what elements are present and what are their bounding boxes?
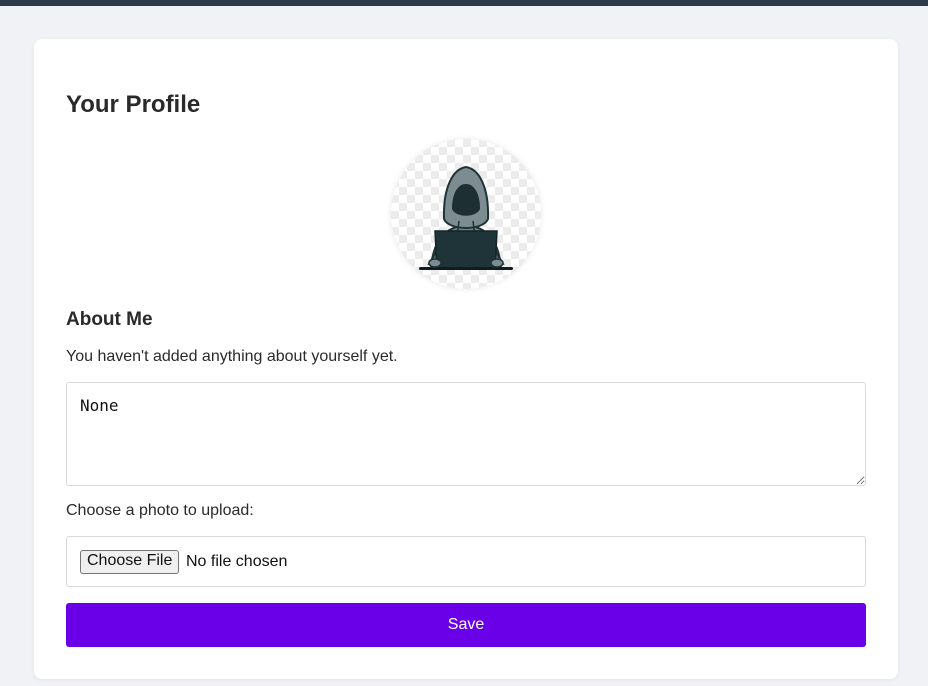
about-heading: About Me [66,309,153,330]
avatar[interactable] [391,139,541,289]
photo-file-input[interactable]: Choose File No file chosen [66,536,866,587]
about-me-textarea[interactable] [66,382,866,486]
save-button[interactable]: Save [66,603,866,647]
top-nav-bar [0,0,928,6]
profile-card: Your Profile About Me You haven't added … [34,39,898,679]
choose-file-button[interactable]: Choose File [80,550,180,574]
file-status-text: No file chosen [186,553,288,570]
hooded-figure-laptop-icon [419,165,513,270]
about-empty-message: You haven't added anything about yoursel… [66,348,398,365]
page-title: Your Profile [66,91,201,118]
upload-label: Choose a photo to upload: [66,502,254,519]
